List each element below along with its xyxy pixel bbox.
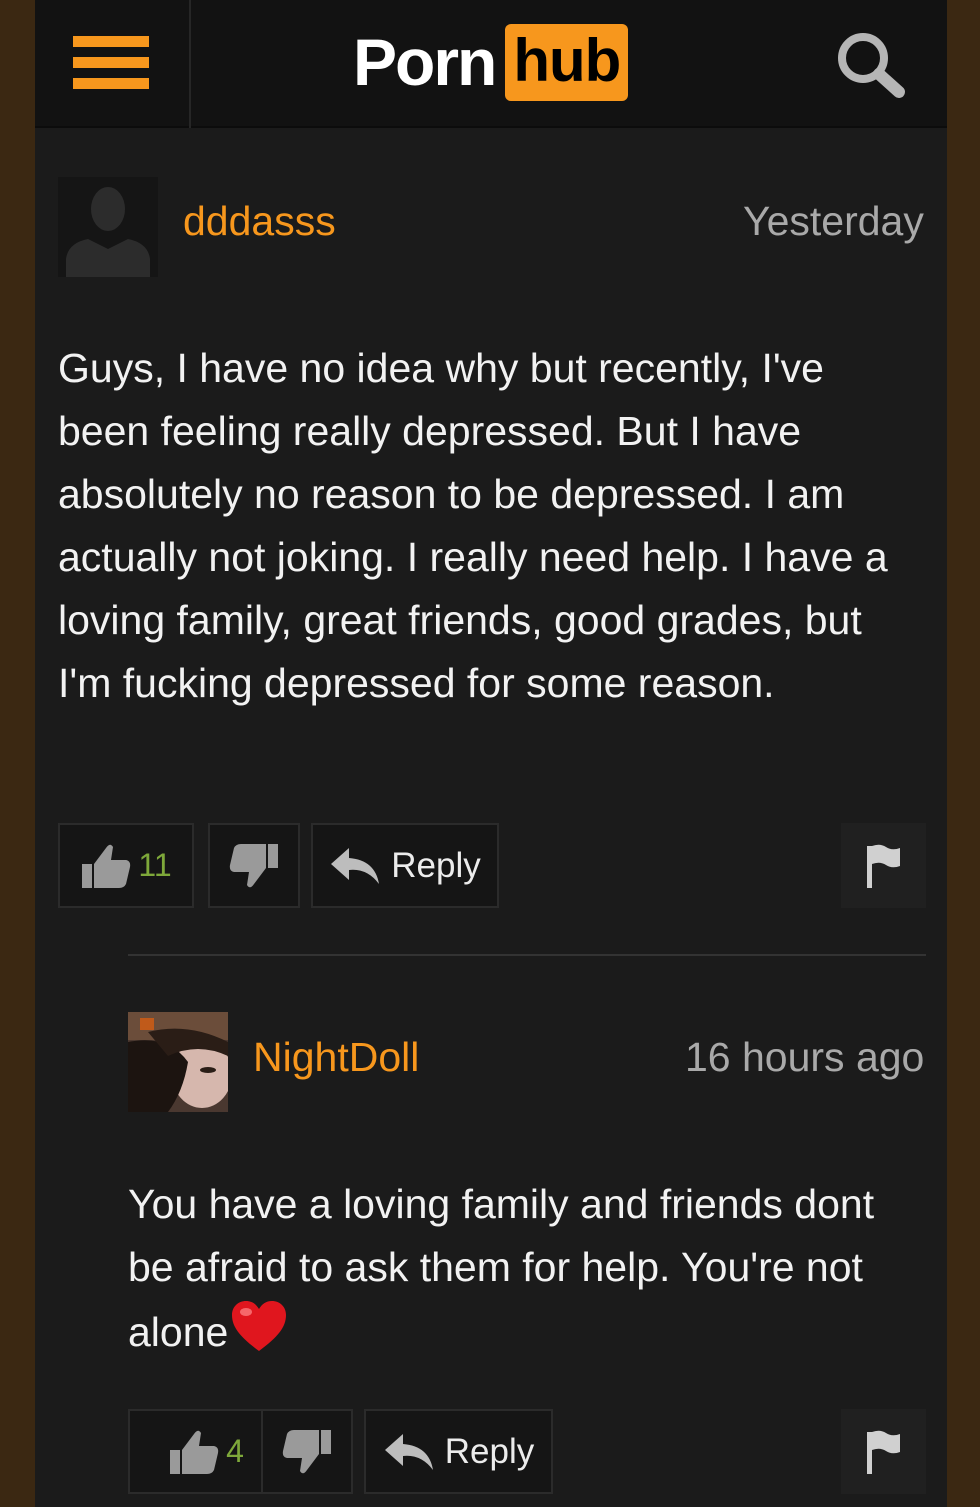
default-avatar-icon[interactable]: [58, 177, 158, 277]
logo-text-primary: Porn: [353, 25, 497, 99]
search-button[interactable]: [833, 30, 909, 100]
dislike-button[interactable]: [261, 1409, 353, 1494]
reply-button[interactable]: Reply: [364, 1409, 553, 1494]
flag-icon: [866, 844, 900, 888]
reply-arrow-icon: [331, 847, 380, 884]
dislike-button[interactable]: [208, 823, 300, 908]
report-flag-button[interactable]: [841, 823, 926, 908]
thumbs-up-icon: [82, 844, 131, 888]
thumbs-up-icon: [170, 1430, 219, 1474]
reply-body: You have a loving family and friends don…: [128, 1173, 926, 1371]
logo-text-badge: hub: [505, 23, 629, 101]
reply-label: Reply: [444, 1431, 535, 1471]
reply-thread-divider: [128, 954, 926, 956]
app-frame: Porn hub dddasss Yesterday Guys, I have …: [35, 0, 947, 1507]
reply-timestamp: 16 hours ago: [685, 1034, 925, 1080]
red-heart-emoji: [230, 1299, 288, 1371]
thumbs-down-icon: [282, 1429, 331, 1473]
comment-timestamp: Yesterday: [743, 198, 924, 244]
like-count: 4: [226, 1433, 244, 1469]
reply-label: Reply: [391, 845, 481, 885]
site-logo[interactable]: Porn hub: [353, 20, 629, 104]
reply-arrow-icon: [384, 1433, 433, 1470]
like-button[interactable]: 11: [58, 823, 194, 908]
top-header: Porn hub: [35, 0, 947, 128]
flag-icon: [866, 1430, 900, 1474]
reply-username[interactable]: NightDoll: [253, 1034, 419, 1081]
comment-body: Guys, I have no idea why but recently, I…: [58, 345, 888, 706]
menu-button[interactable]: [35, 0, 191, 128]
comment-username[interactable]: dddasss: [183, 198, 336, 245]
search-icon: [838, 33, 905, 98]
report-flag-button[interactable]: [841, 1409, 926, 1494]
user-photo-avatar[interactable]: [128, 1012, 228, 1112]
thumbs-down-icon: [229, 843, 278, 887]
like-count: 11: [138, 847, 172, 883]
reply-button[interactable]: Reply: [311, 823, 499, 908]
